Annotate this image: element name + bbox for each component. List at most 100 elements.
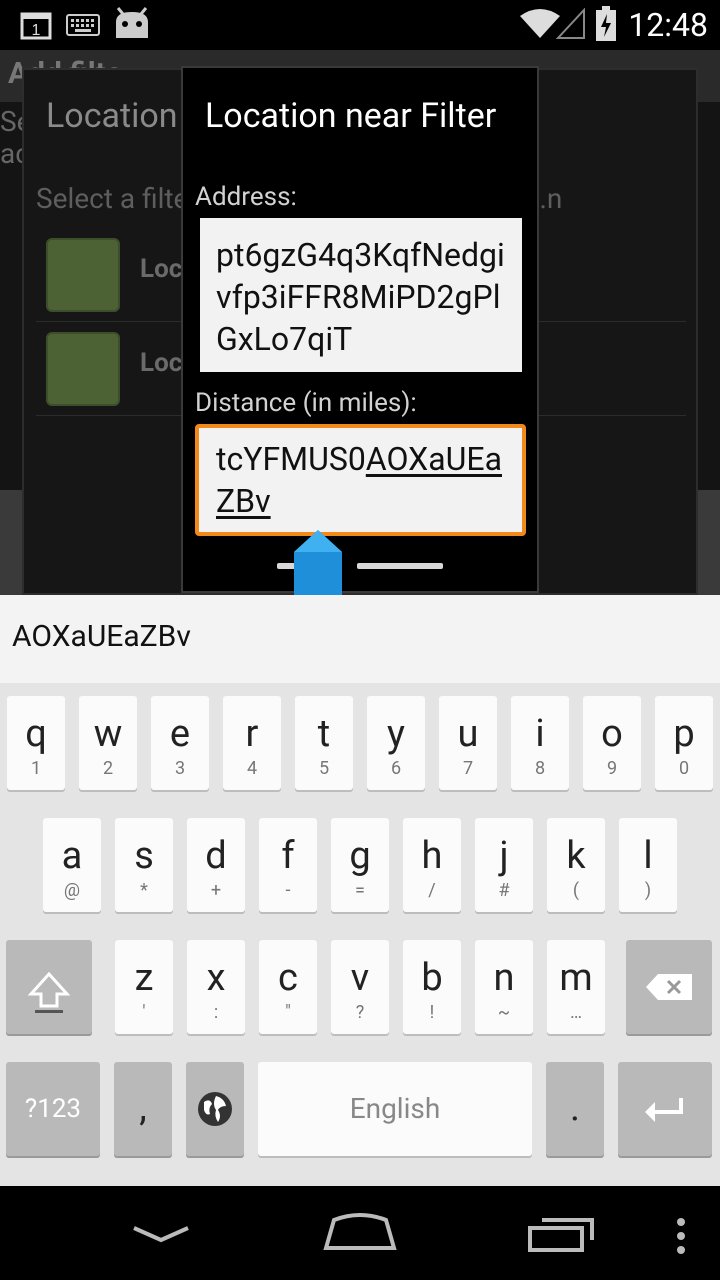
enter-key[interactable]: [618, 1062, 712, 1156]
key-j[interactable]: j #: [475, 818, 533, 912]
key-n[interactable]: n ~: [475, 940, 533, 1034]
key-main-label: t: [317, 712, 331, 756]
key-main-label: e: [169, 712, 191, 756]
suggestion-word[interactable]: AOXaUEaZBv: [12, 619, 191, 654]
key-secondary-label: *: [140, 880, 148, 901]
key-main-label: r: [245, 712, 259, 756]
key-h[interactable]: h /: [403, 818, 461, 912]
key-d[interactable]: d +: [187, 818, 245, 912]
overflow-dots-icon: [677, 1218, 685, 1254]
notification-count-icon: 1: [20, 10, 52, 44]
key-secondary-label: 0: [678, 758, 690, 779]
key-secondary-label: /: [428, 880, 436, 901]
key-r[interactable]: r4: [223, 696, 281, 790]
key-main-label: v: [350, 956, 370, 1000]
key-p[interactable]: p0: [655, 696, 713, 790]
key-main-label: s: [134, 834, 154, 878]
symbols-key[interactable]: ?123: [6, 1062, 100, 1156]
key-c[interactable]: c ": [259, 940, 317, 1034]
recent-apps-button[interactable]: [526, 1214, 598, 1258]
key-secondary-label: 9: [606, 758, 618, 779]
key-main-label: a: [61, 834, 83, 878]
back-button[interactable]: [130, 1222, 192, 1250]
distance-field[interactable]: tcYFMUS0AOXaUEaZBv: [195, 424, 526, 536]
key-q[interactable]: q1: [7, 696, 65, 790]
key-s[interactable]: s *: [115, 818, 173, 912]
key-main-label: m: [559, 956, 593, 1000]
key-z[interactable]: z ': [115, 940, 173, 1034]
key-main-label: n: [493, 956, 515, 1000]
text-cursor-handle[interactable]: [292, 528, 344, 602]
key-k[interactable]: k(: [547, 818, 605, 912]
key-secondary-label: =: [355, 880, 365, 901]
address-value: pt6gzG4q3KqfNedgivfp3iFFR8MiPD2gPlGxLo7q…: [216, 236, 505, 358]
space-key[interactable]: English: [258, 1062, 532, 1156]
key-l[interactable]: l): [619, 818, 677, 912]
key-e[interactable]: e3: [151, 696, 209, 790]
dialog-title: Location near Filter: [205, 96, 497, 136]
backspace-key[interactable]: [626, 940, 712, 1034]
clock: 12:48: [628, 6, 708, 44]
key-v[interactable]: v?: [331, 940, 389, 1034]
key-secondary-label: 8: [534, 758, 546, 779]
overflow-menu-button[interactable]: [676, 1216, 686, 1260]
key-secondary-label: (: [572, 880, 580, 901]
key-secondary-label: …: [569, 1002, 583, 1023]
key-secondary-label: :: [213, 1002, 219, 1023]
android-icon: [112, 6, 152, 44]
filter-option-icon: [46, 332, 120, 406]
key-main-label: l: [643, 834, 653, 878]
key-main-label: f: [281, 834, 295, 878]
key-t[interactable]: t5: [295, 696, 353, 790]
key-main-label: k: [566, 834, 586, 878]
period-key[interactable]: .: [546, 1062, 604, 1156]
key-m[interactable]: m…: [547, 940, 605, 1034]
key-a[interactable]: a @: [43, 818, 101, 912]
key-main-label: h: [421, 834, 443, 878]
key-y[interactable]: y6: [367, 696, 425, 790]
globe-icon: [198, 1092, 232, 1126]
key-w[interactable]: w2: [79, 696, 137, 790]
key-secondary-label: ': [142, 1002, 146, 1023]
key-b[interactable]: b!: [403, 940, 461, 1034]
key-x[interactable]: x:: [187, 940, 245, 1034]
key-secondary-label: ): [644, 880, 652, 901]
key-f[interactable]: f-: [259, 818, 317, 912]
key-main-label: p: [673, 712, 695, 756]
address-field[interactable]: pt6gzG4q3KqfNedgivfp3iFFR8MiPD2gPlGxLo7q…: [200, 218, 522, 372]
key-secondary-label: #: [498, 880, 510, 901]
home-button[interactable]: [322, 1212, 398, 1258]
key-secondary-label: 2: [102, 758, 114, 779]
battery-icon: [595, 6, 617, 46]
key-secondary-label: 3: [174, 758, 186, 779]
location-near-filter-dialog: Location near Filter Address: pt6gzG4q3K…: [181, 66, 539, 593]
key-main-label: g: [349, 834, 371, 878]
home-icon: [323, 1213, 397, 1250]
svg-text:1: 1: [32, 22, 41, 39]
key-u[interactable]: u7: [439, 696, 497, 790]
key-main-label: y: [387, 712, 405, 756]
shift-key[interactable]: [6, 940, 92, 1034]
key-main-label: j: [499, 834, 509, 878]
keyboard-icon: [66, 14, 100, 40]
distance-label: Distance (in miles):: [195, 388, 417, 418]
address-label: Address:: [195, 182, 297, 212]
soft-keyboard: ?123 , English . q 1 w 2 e 3 r 4 t 5 y 6 u 7 i 8 o 9 p 0 a @ s…: [0, 683, 720, 1186]
key-g[interactable]: g =: [331, 818, 389, 912]
key-secondary-label: 5: [318, 758, 330, 779]
filter-option-icon: [46, 238, 120, 312]
language-key[interactable]: [186, 1062, 244, 1156]
key-main-label: o: [601, 712, 623, 756]
comma-key[interactable]: ,: [114, 1062, 172, 1156]
key-main-label: q: [25, 712, 47, 756]
suggestion-strip: AOXaUEaZBv: [0, 595, 720, 683]
key-i[interactable]: i8: [511, 696, 569, 790]
distance-value: tcYFMUS0: [216, 440, 366, 478]
key-main-label: z: [134, 956, 154, 1000]
key-secondary-label: 1: [30, 758, 42, 779]
signal-icon: [555, 7, 586, 44]
key-o[interactable]: o9: [583, 696, 641, 790]
key-secondary-label: 6: [390, 758, 402, 779]
key-main-label: w: [93, 712, 123, 756]
key-secondary-label: ~: [497, 1002, 511, 1023]
